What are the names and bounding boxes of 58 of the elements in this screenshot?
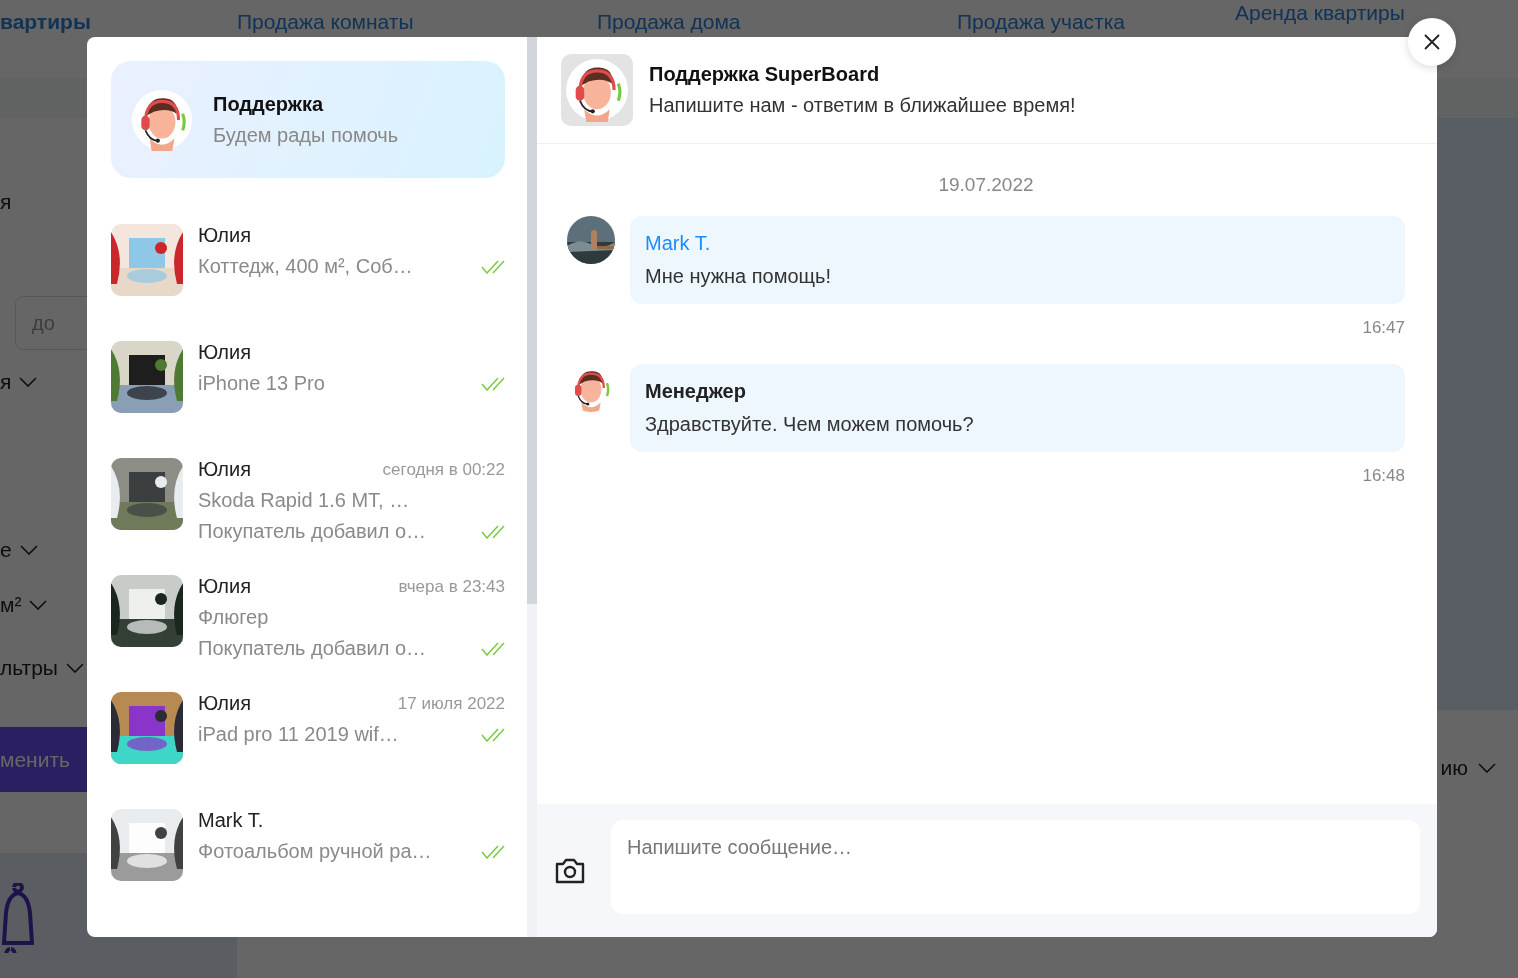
listing-title: Коттедж, 400 м², Соб… <box>198 255 413 278</box>
camera-icon <box>554 856 586 886</box>
chat-list-item[interactable]: Mark T. Фотоальбом ручной ра… <box>111 791 505 908</box>
message-preview: Покупатель добавил о… <box>198 520 427 543</box>
message-time: вчера в 23:43 <box>398 576 505 597</box>
chat-list-item[interactable]: Юлия вчера в 23:43 Флюгер Покупатель добавил о… <box>111 557 505 674</box>
chevron-down-icon <box>1478 763 1496 773</box>
chat-title: Поддержка SuperBoard <box>649 63 881 86</box>
listing-title: iPhone 13 Pro <box>198 372 325 395</box>
listing-title: Флюгер <box>198 606 269 629</box>
chevron-down-icon <box>19 545 38 555</box>
message-text: Мне нужна помощь! <box>645 265 832 288</box>
message-input[interactable]: Напишите сообщение… <box>611 820 1420 914</box>
message-author: Mark T. <box>645 232 712 255</box>
message-time: 16:48 <box>1361 466 1405 486</box>
sort-dropdown[interactable]: ию <box>1440 756 1468 780</box>
camera-button[interactable] <box>554 856 586 886</box>
message-text: Здравствуйте. Чем можем помочь? <box>645 413 975 436</box>
filter-dropdown[interactable]: льтры <box>0 656 58 680</box>
scrollbar-thumb[interactable] <box>527 37 537 604</box>
filter-dropdown[interactable]: е <box>0 538 12 562</box>
nav-tab[interactable]: Продажа комнаты <box>237 10 597 34</box>
contact-name: Юлия <box>198 341 251 364</box>
nav-tab[interactable]: Аренда квартиры <box>1235 1 1435 25</box>
support-subtitle: Будем рады помочь <box>213 123 400 147</box>
chat-list-item[interactable]: Юлия Коттедж, 400 м², Соб… <box>111 206 505 323</box>
close-icon <box>1423 33 1441 51</box>
message-time: 17 июля 2022 <box>397 693 505 714</box>
contact-name: Юлия <box>198 575 251 598</box>
nav-tab[interactable]: вартиры <box>0 10 237 34</box>
listing-title: Фотоальбом ручной ра… <box>198 840 432 863</box>
message-author: Менеджер <box>645 380 747 403</box>
chat-list-item[interactable]: Юлия iPhone 13 Pro <box>111 323 505 440</box>
support-card[interactable]: Поддержка Будем рады помочь <box>111 61 505 178</box>
bell-icon <box>0 883 36 953</box>
filter-dropdown[interactable]: м² <box>0 593 22 617</box>
chevron-down-icon <box>65 663 84 673</box>
listing-title: iPad pro 11 2019 wif… <box>198 723 399 746</box>
contact-name: Юлия <box>198 458 251 481</box>
chevron-down-icon <box>29 600 48 610</box>
message-preview: Покупатель добавил о… <box>198 637 427 660</box>
message-time: сегодня в 00:22 <box>382 459 505 480</box>
chat-list-item[interactable]: Юлия сегодня в 00:22 Skoda Rapid 1.6 MT, … Покупатель добавил о… <box>111 440 505 557</box>
nav-tab[interactable]: Продажа участка <box>957 10 1235 34</box>
listing-title: Skoda Rapid 1.6 MT, … <box>198 489 410 512</box>
operator-avatar <box>131 88 193 151</box>
support-title: Поддержка <box>213 92 325 116</box>
contact-name: Юлия <box>198 692 251 715</box>
chat-list-item[interactable]: Юлия 17 июля 2022 iPad pro 11 2019 wif… <box>111 674 505 791</box>
nav-tab[interactable]: Продажа дома <box>597 10 957 34</box>
contact-name: Mark T. <box>198 809 264 832</box>
filter-label: я <box>0 190 12 214</box>
chevron-down-icon <box>19 377 38 387</box>
message-time: 16:47 <box>1361 318 1405 338</box>
date-label: 19.07.2022 <box>937 174 1035 196</box>
filter-dropdown[interactable]: я <box>0 370 12 394</box>
chat-subtitle: Напишите нам - ответим в ближайшее время! <box>649 94 1077 117</box>
contact-name: Юлия <box>198 224 251 247</box>
